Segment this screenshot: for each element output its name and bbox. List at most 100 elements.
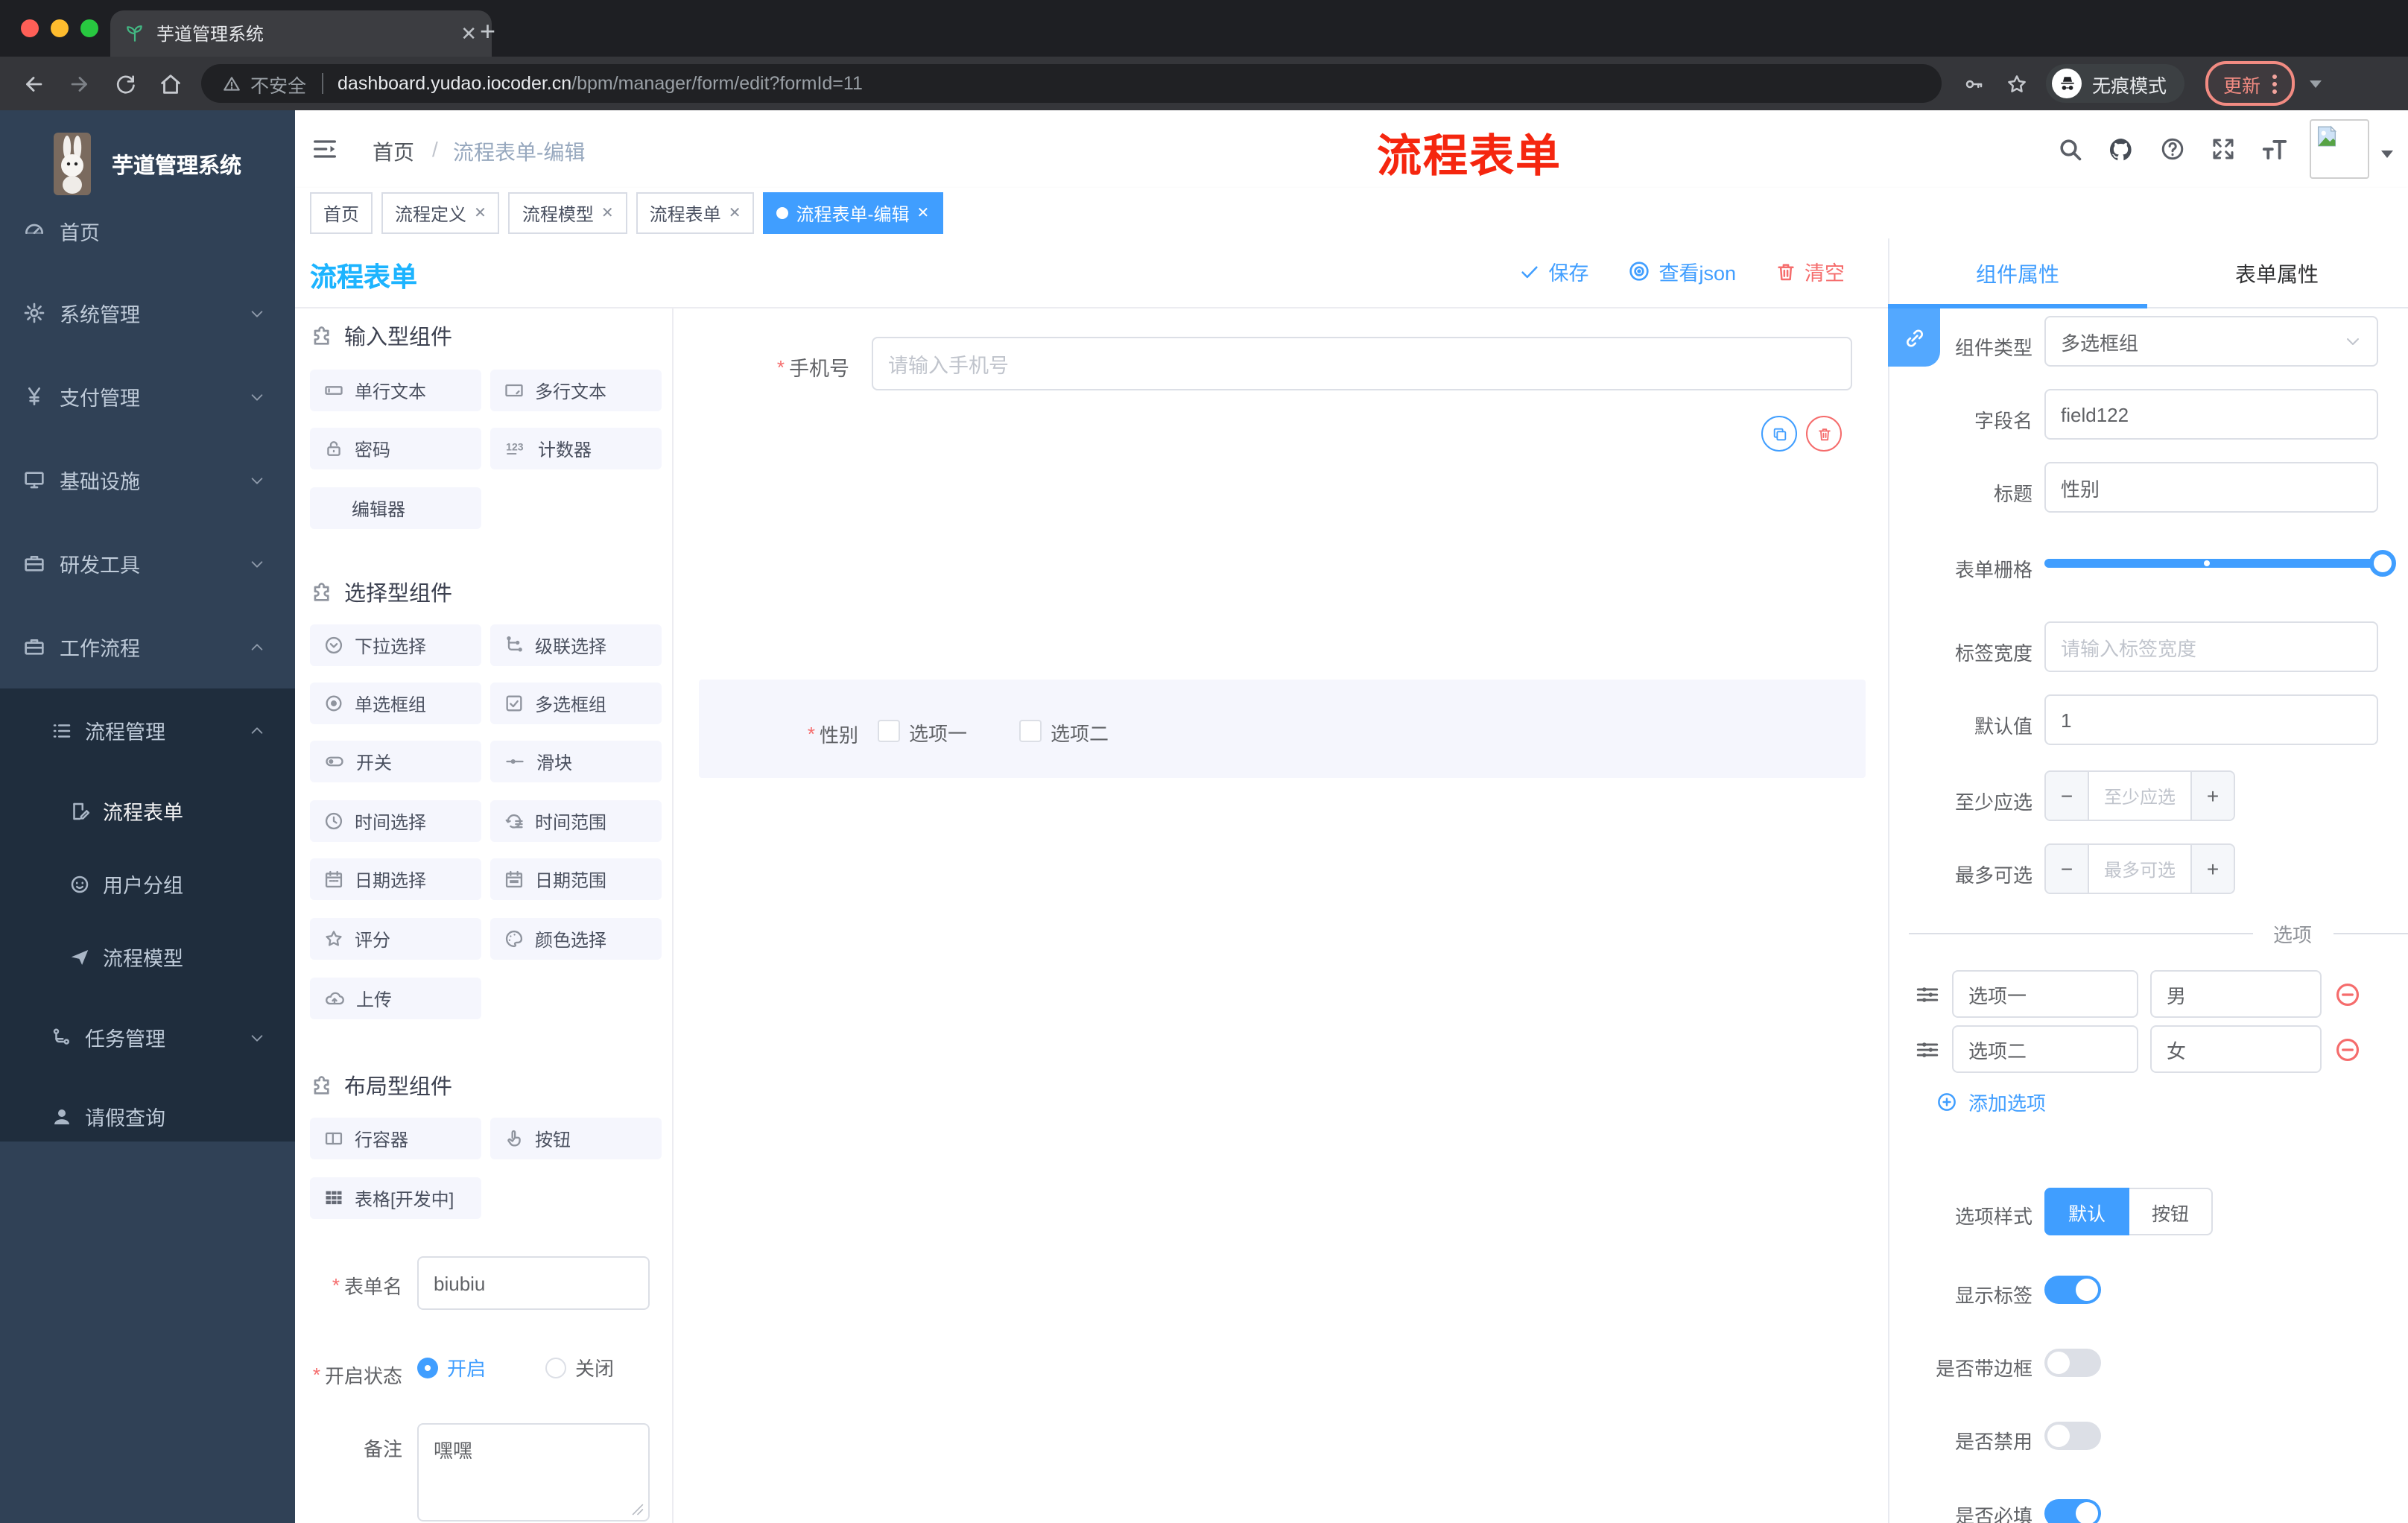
tag-close-icon[interactable]: ✕: [916, 205, 929, 221]
tag-home[interactable]: 首页: [310, 192, 373, 234]
toolbar-caret-icon[interactable]: [2310, 80, 2322, 87]
component-chip-time-range[interactable]: 时间范围: [490, 800, 662, 842]
avatar-caret-icon[interactable]: [2381, 150, 2393, 157]
sidebar-item-user-group[interactable]: 用户分组: [0, 854, 295, 914]
tag-process-form-edit[interactable]: 流程表单-编辑 ✕: [763, 192, 943, 234]
fullscreen-icon[interactable]: [2210, 136, 2237, 162]
component-chip-date-range[interactable]: 日期范围: [490, 858, 662, 900]
component-chip-cascader[interactable]: 级联选择: [490, 624, 662, 666]
stepper-minus-button[interactable]: −: [2046, 772, 2088, 820]
sidebar-item-workflow[interactable]: 工作流程: [0, 617, 295, 677]
clear-button[interactable]: 清空: [1775, 256, 1845, 286]
component-chip-table[interactable]: 表格[开发中]: [310, 1177, 481, 1219]
key-icon[interactable]: [1962, 72, 1985, 95]
component-chip-checkbox-group[interactable]: 多选框组: [490, 683, 662, 724]
font-size-icon[interactable]: [2260, 135, 2289, 163]
component-chip-slider[interactable]: 滑块: [490, 741, 662, 782]
border-toggle[interactable]: [2044, 1349, 2101, 1377]
default-value-input[interactable]: 1: [2044, 694, 2378, 745]
component-chip-editor[interactable]: 编辑器: [310, 487, 481, 529]
title-input[interactable]: 性别: [2044, 462, 2378, 513]
component-chip-date-picker[interactable]: 日期选择: [310, 858, 481, 900]
component-chip-button[interactable]: 按钮: [490, 1118, 662, 1159]
option-label-input[interactable]: 选项一: [1952, 970, 2138, 1018]
min-select-input[interactable]: 至少应选: [2088, 772, 2192, 820]
gender-checkbox-1[interactable]: [878, 720, 900, 742]
option-value-input[interactable]: 女: [2150, 1025, 2322, 1073]
browser-update-button[interactable]: 更新: [2205, 61, 2295, 106]
sidebar-item-system[interactable]: 系统管理: [0, 283, 295, 343]
remove-option-icon[interactable]: [2333, 980, 2362, 1008]
component-chip-color-picker[interactable]: 颜色选择: [490, 918, 662, 960]
search-icon[interactable]: [2056, 136, 2083, 162]
back-icon[interactable]: [21, 71, 46, 96]
help-icon[interactable]: [2159, 136, 2186, 162]
style-default-button[interactable]: 默认: [2044, 1188, 2130, 1235]
form-name-input[interactable]: biubiu: [417, 1256, 650, 1310]
type-select[interactable]: 多选框组: [2044, 316, 2378, 367]
max-select-input[interactable]: 最多可选: [2088, 845, 2192, 893]
github-icon[interactable]: [2107, 135, 2135, 163]
option-value-input[interactable]: 男: [2150, 970, 2322, 1018]
component-chip-single-text[interactable]: 单行文本: [310, 370, 481, 411]
component-chip-switch[interactable]: 开关: [310, 741, 481, 782]
component-chip-row-container[interactable]: 行容器: [310, 1118, 481, 1159]
grid-slider-track[interactable]: [2044, 550, 2396, 577]
traffic-close-button[interactable]: [21, 19, 39, 37]
remove-option-icon[interactable]: [2333, 1035, 2362, 1063]
sidebar-item-leave-query[interactable]: 请假查询: [0, 1086, 295, 1146]
status-radio-off[interactable]: 关闭: [545, 1353, 614, 1381]
component-chip-password[interactable]: 密码: [310, 428, 481, 469]
breadcrumb-home[interactable]: 首页: [373, 137, 414, 167]
add-option-button[interactable]: 添加选项: [1936, 1088, 2046, 1116]
tag-close-icon[interactable]: ✕: [474, 205, 487, 221]
save-button[interactable]: 保存: [1518, 256, 1588, 286]
status-radio-on[interactable]: 开启: [417, 1353, 486, 1381]
sidebar-item-home[interactable]: 首页: [0, 201, 295, 261]
sidebar-item-process-model[interactable]: 流程模型: [0, 927, 295, 987]
field-name-input[interactable]: field122: [2044, 389, 2378, 440]
address-bar[interactable]: 不安全 dashboard.yudao.iocoder.cn/bpm/manag…: [201, 64, 1942, 103]
sidebar-item-infra[interactable]: 基础设施: [0, 450, 295, 510]
avatar[interactable]: [2310, 119, 2369, 179]
tab-form-props[interactable]: 表单属性: [2147, 259, 2407, 289]
new-tab-button[interactable]: +: [480, 18, 495, 45]
stepper-minus-button[interactable]: −: [2046, 845, 2088, 893]
tab-close-icon[interactable]: ✕: [460, 22, 477, 45]
traffic-zoom-button[interactable]: [80, 19, 98, 37]
component-chip-time-picker[interactable]: 时间选择: [310, 800, 481, 842]
required-toggle[interactable]: [2044, 1499, 2101, 1523]
slider-handle[interactable]: [2369, 550, 2396, 577]
style-button-button[interactable]: 按钮: [2129, 1188, 2214, 1235]
tag-close-icon[interactable]: ✕: [729, 205, 741, 221]
delete-component-button[interactable]: [1806, 416, 1842, 452]
browser-tab[interactable]: 芋道管理系统 ✕: [110, 10, 492, 57]
sidebar-logo[interactable]: 芋道管理系统: [0, 113, 295, 215]
drag-handle-icon[interactable]: [1915, 1036, 1940, 1062]
component-chip-upload[interactable]: 上传: [310, 978, 481, 1019]
sidebar-item-process-form[interactable]: 流程表单: [0, 781, 295, 840]
component-chip-radio-group[interactable]: 单选框组: [310, 683, 481, 724]
view-json-button[interactable]: 查看json: [1627, 256, 1736, 286]
component-chip-rate[interactable]: 评分: [310, 918, 481, 960]
reload-icon[interactable]: [113, 72, 137, 95]
option-label-input[interactable]: 选项二: [1952, 1025, 2138, 1073]
component-chip-multi-text[interactable]: 多行文本: [490, 370, 662, 411]
show-label-toggle[interactable]: [2044, 1276, 2101, 1304]
tab-component-props[interactable]: 组件属性: [1888, 259, 2147, 289]
disabled-toggle[interactable]: [2044, 1422, 2101, 1450]
drag-handle-icon[interactable]: [1915, 981, 1940, 1007]
selected-component-block[interactable]: * 性别 选项一 选项二: [699, 680, 1866, 778]
stepper-plus-button[interactable]: +: [2192, 772, 2234, 820]
gender-checkbox-2[interactable]: [1019, 720, 1042, 742]
component-chip-counter[interactable]: 123 计数器: [490, 428, 662, 469]
tag-close-icon[interactable]: ✕: [601, 205, 614, 221]
tag-process-form[interactable]: 流程表单 ✕: [636, 192, 755, 234]
copy-component-button[interactable]: [1761, 416, 1797, 452]
traffic-minimize-button[interactable]: [51, 19, 69, 37]
sidebar-item-process-mgmt[interactable]: 流程管理: [0, 700, 295, 760]
stepper-plus-button[interactable]: +: [2192, 845, 2234, 893]
tag-process-definition[interactable]: 流程定义 ✕: [381, 192, 500, 234]
sidebar-item-payment[interactable]: 支付管理: [0, 367, 295, 426]
hamburger-icon[interactable]: [310, 134, 340, 164]
